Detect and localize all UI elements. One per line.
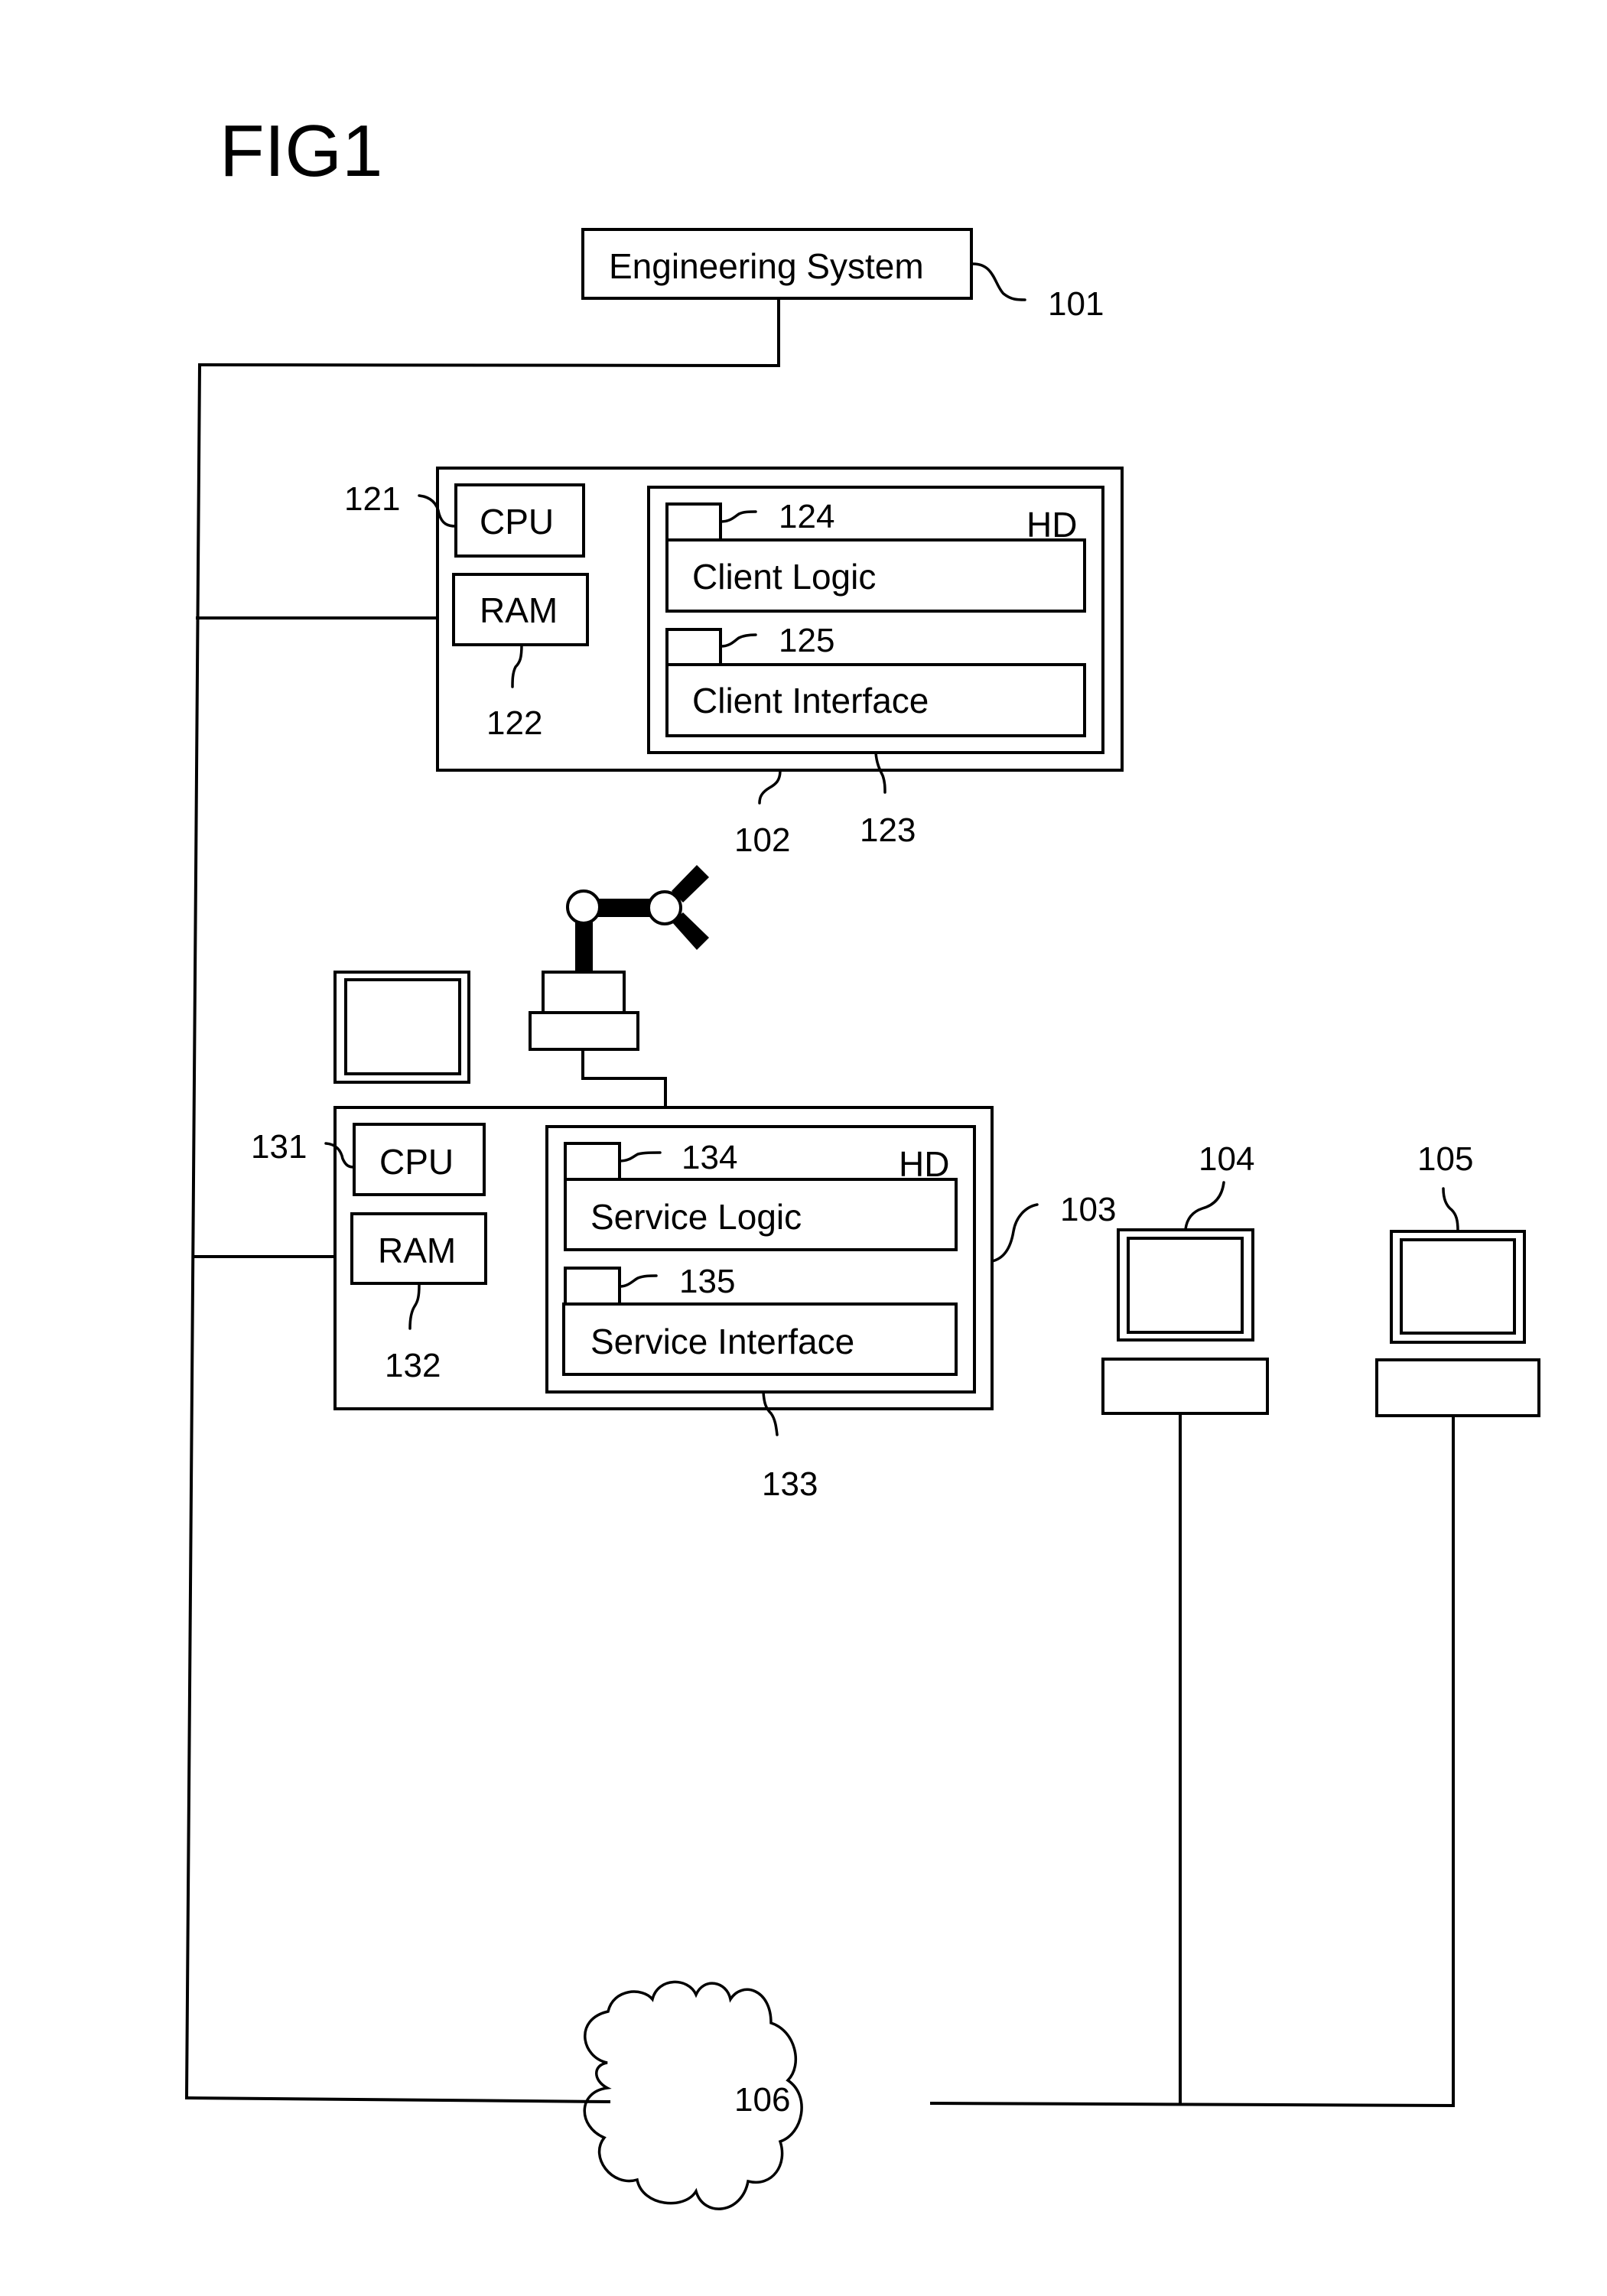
client-interface-tab xyxy=(665,628,722,666)
ref-label-124: 124 xyxy=(779,498,834,535)
ws105-keyboard xyxy=(1375,1358,1540,1417)
ref-label-125: 125 xyxy=(779,622,834,659)
ref-label-132: 132 xyxy=(385,1347,441,1384)
ref-label-135: 135 xyxy=(679,1263,735,1300)
ws105-monitor-screen xyxy=(1400,1238,1516,1335)
figure-title: FIG1 xyxy=(220,110,382,192)
robot-joint-wrist xyxy=(647,890,682,925)
ref-label-133: 133 xyxy=(762,1465,818,1503)
service-interface-label: Service Interface xyxy=(590,1322,854,1361)
service-logic-label: Service Logic xyxy=(590,1197,802,1237)
workstation-104: 104 xyxy=(1101,1140,1269,1415)
robot-arm-icon xyxy=(529,865,709,1109)
ref-label-122: 122 xyxy=(486,704,542,742)
robot-lower-link xyxy=(575,918,593,973)
patent-figure: FIG1 Engineering System 101 CPU 121 RAM … xyxy=(184,110,1540,2210)
service-interface-tab xyxy=(564,1267,621,1306)
cloud-icon: 106 xyxy=(583,1980,803,2210)
ref-label-101: 101 xyxy=(1048,285,1104,323)
engineering-system-label: Engineering System xyxy=(609,246,924,286)
bottom-right-line xyxy=(929,2101,1456,2108)
ref-label-131: 131 xyxy=(251,1128,307,1166)
client-cpu-label: CPU xyxy=(480,502,554,541)
ref-label-134: 134 xyxy=(682,1139,737,1176)
ref-label-104: 104 xyxy=(1199,1140,1254,1178)
robot-joint-shoulder xyxy=(566,889,601,925)
service-ram-label: RAM xyxy=(378,1231,456,1270)
workstation-105: 105 xyxy=(1375,1140,1540,1417)
robot-connection-line xyxy=(581,1048,667,1109)
service-logic-tab xyxy=(564,1142,621,1181)
client-logic-label: Client Logic xyxy=(692,557,876,597)
bottom-left-line xyxy=(184,2096,611,2104)
client-computer: CPU 121 RAM 122 HD 123 Client Logic 124 … xyxy=(344,467,1124,859)
robot-upper-link xyxy=(598,899,650,917)
ws104-keyboard xyxy=(1101,1358,1269,1415)
leader-105 xyxy=(1442,1187,1459,1232)
service-cpu-label: CPU xyxy=(379,1142,454,1182)
ref-label-102: 102 xyxy=(734,821,790,859)
ref-label-121: 121 xyxy=(344,480,400,518)
client-ram-label: RAM xyxy=(480,590,558,630)
es-connection-line xyxy=(197,297,780,368)
leader-104 xyxy=(1184,1181,1225,1231)
ws104-monitor-screen xyxy=(1127,1237,1244,1334)
robot-base-lower xyxy=(529,1011,639,1051)
engineering-system: Engineering System 101 xyxy=(581,228,1104,323)
ref-label-105: 105 xyxy=(1417,1140,1473,1178)
local-monitor-screen xyxy=(344,978,461,1075)
client-logic-tab xyxy=(665,502,722,541)
monitor-icon xyxy=(333,971,470,1084)
leader-102 xyxy=(758,769,782,805)
service-computer: CPU 131 RAM 132 HD 133 Service Logic 134… xyxy=(251,1106,1116,1503)
robot-base-upper xyxy=(542,971,626,1014)
left-bus-line xyxy=(184,363,202,2100)
ref-label-123: 123 xyxy=(860,811,916,849)
client-interface-label: Client Interface xyxy=(692,681,929,720)
leader-101 xyxy=(971,262,1026,301)
ref-label-106: 106 xyxy=(734,2081,790,2119)
leader-103 xyxy=(991,1203,1039,1263)
ref-label-103: 103 xyxy=(1060,1191,1116,1228)
